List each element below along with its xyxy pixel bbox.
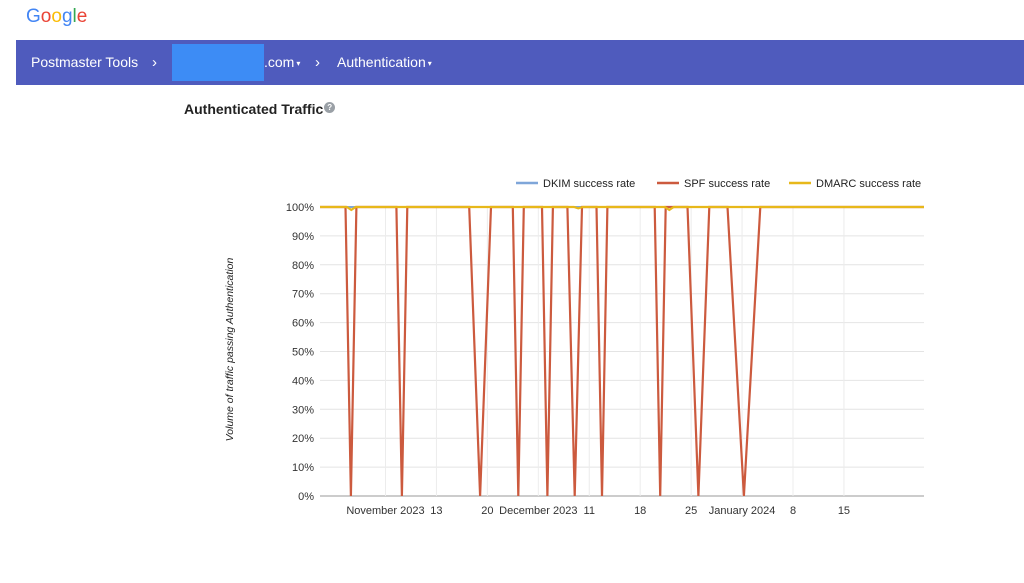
x-tick-label: 8 [790,505,796,517]
y-tick-label: 80% [292,260,314,272]
dmarc-series-line [320,205,924,212]
x-tick-label: 18 [634,505,646,517]
x-tick-label: 25 [685,505,697,517]
y-tick-label: 40% [292,375,314,387]
authenticated-traffic-chart: 0% 10% 20% 30% 40% 50% 60% 70% 80% 90% 100% Novembe… [224,178,924,517]
y-tick-label: 30% [292,404,314,416]
legend-entry: DKIM success rate [543,178,635,190]
y-tick-label: 70% [292,289,314,301]
x-tick-label: 11 [584,505,595,517]
x-tick-label: November 2023 [346,505,424,517]
x-tick-label: 20 [481,505,493,517]
legend-entry: DMARC success rate [816,178,921,190]
x-tick-label: January 2024 [709,505,776,517]
y-tick-label: 90% [292,231,314,243]
x-tick-label: 13 [430,505,442,517]
x-tick-label: 15 [838,505,850,517]
y-tick-label: 10% [292,462,314,474]
y-tick-label: 50% [292,347,314,359]
legend-entry: SPF success rate [684,178,770,190]
y-tick-label: 100% [286,202,314,214]
y-tick-label: 60% [292,318,314,330]
y-tick-label: 20% [292,433,314,445]
x-tick-label: December 2023 [499,505,577,517]
y-tick-label: 0% [298,491,314,503]
y-axis-label: Volume of traffic passing Authentication [224,258,236,442]
